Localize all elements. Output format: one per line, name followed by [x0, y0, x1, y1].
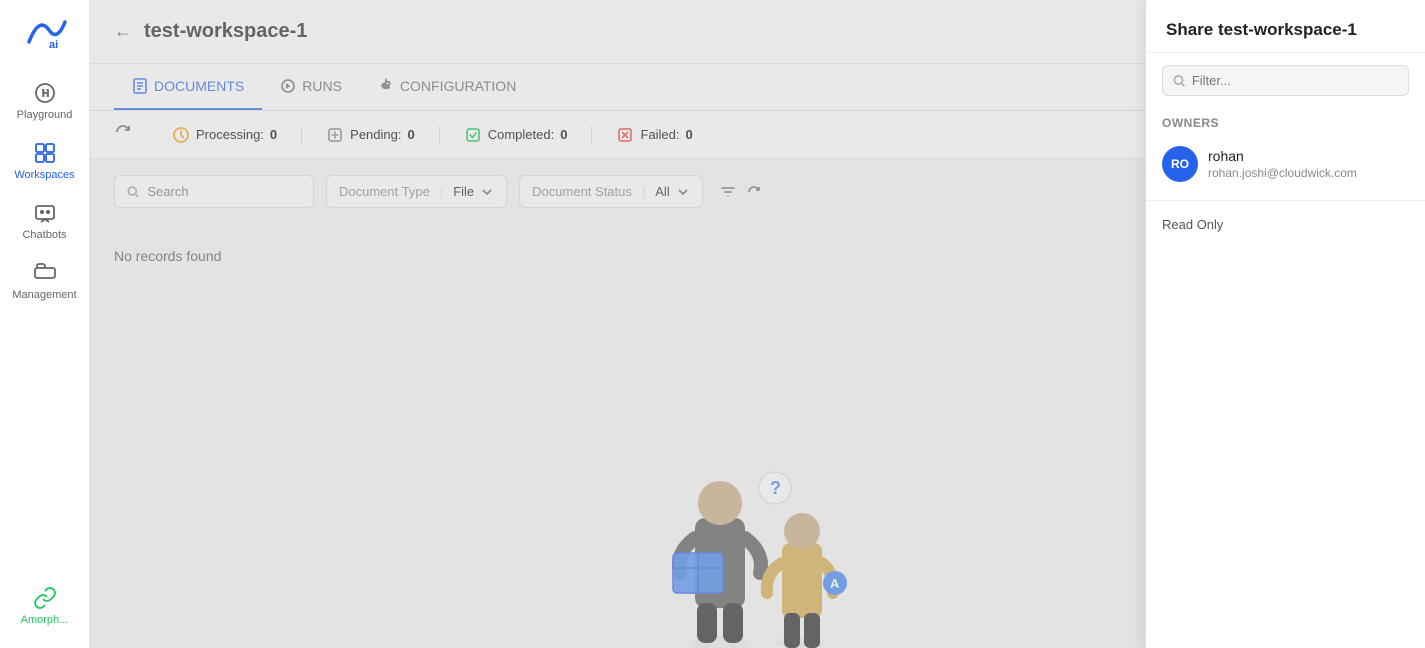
- tab-documents[interactable]: DOCUMENTS: [114, 64, 262, 110]
- avatar: RO: [1162, 146, 1198, 182]
- status-pending: Pending: 0: [302, 126, 440, 144]
- divider: [1146, 200, 1425, 201]
- read-only-section: Read Only: [1146, 209, 1425, 240]
- doc-type-label: Document Type: [339, 184, 430, 199]
- sidebar-item-workspaces[interactable]: Workspaces: [0, 131, 89, 191]
- doc-status-label: Document Status: [532, 184, 632, 199]
- owner-row: RO rohan rohan.joshi@cloudwick.com: [1146, 136, 1425, 192]
- panel-header: Share test-workspace-1: [1146, 0, 1425, 53]
- filters-row: Document Type | File Document Status | A…: [90, 159, 1145, 224]
- owners-section-title: Owners: [1146, 108, 1425, 136]
- sidebar-item-amorph[interactable]: Amorph...: [0, 576, 89, 636]
- owner-name: rohan: [1208, 148, 1357, 164]
- filter-icon[interactable]: [719, 183, 737, 201]
- sidebar-item-amorph-label: Amorph...: [21, 614, 69, 626]
- search-icon: [127, 185, 139, 199]
- sidebar-item-workspaces-label: Workspaces: [14, 169, 74, 181]
- sidebar-item-management[interactable]: Management: [0, 251, 89, 311]
- filter-actions: [719, 183, 763, 201]
- sidebar-item-chatbots-label: Chatbots: [22, 229, 66, 241]
- chevron-down-icon: [480, 185, 494, 199]
- refresh-button[interactable]: [114, 123, 132, 146]
- tab-runs-label: RUNS: [302, 78, 342, 94]
- doc-type-filter[interactable]: Document Type | File: [326, 175, 507, 208]
- empty-state: No records found: [90, 224, 1145, 288]
- doc-status-value: All: [655, 184, 669, 199]
- tab-configuration-label: CONFIGURATION: [400, 78, 516, 94]
- owner-info: rohan rohan.joshi@cloudwick.com: [1208, 148, 1357, 180]
- tab-configuration[interactable]: CONFIGURATION: [360, 64, 534, 110]
- page-header: ← test-workspace-1: [90, 0, 1145, 64]
- pending-label: Pending:: [350, 127, 401, 142]
- completed-label: Completed:: [488, 127, 554, 142]
- status-bar: Processing: 0 Pending: 0 Completed: 0: [90, 111, 1145, 159]
- chevron-down-icon-2: [676, 185, 690, 199]
- failed-value: 0: [685, 127, 692, 142]
- sidebar-item-playground[interactable]: Playground: [0, 71, 89, 131]
- refresh-icon-2[interactable]: [745, 183, 763, 201]
- logo[interactable]: ai: [21, 12, 69, 55]
- svg-text:ai: ai: [49, 39, 58, 50]
- illustration: ? A: [635, 398, 855, 648]
- sidebar: ai Playground Workspaces Chatbots: [0, 0, 90, 648]
- search-input[interactable]: [147, 184, 301, 199]
- panel-title: Share test-workspace-1: [1166, 20, 1357, 39]
- pending-value: 0: [407, 127, 414, 142]
- empty-state-text: No records found: [114, 248, 221, 264]
- owner-email: rohan.joshi@cloudwick.com: [1208, 166, 1357, 180]
- svg-text:A: A: [830, 576, 840, 591]
- doc-type-value: File: [453, 184, 474, 199]
- sidebar-item-playground-label: Playground: [17, 109, 73, 121]
- back-button[interactable]: ←: [114, 21, 132, 42]
- panel-search-icon: [1173, 74, 1186, 88]
- completed-value: 0: [560, 127, 567, 142]
- sidebar-item-management-label: Management: [12, 289, 76, 301]
- svg-text:?: ?: [770, 478, 781, 498]
- main-content: ← test-workspace-1 DOCUMENTS RUNS CONFIG…: [90, 0, 1145, 648]
- tab-bar: DOCUMENTS RUNS CONFIGURATION: [90, 64, 1145, 111]
- status-completed: Completed: 0: [440, 126, 593, 144]
- sidebar-item-chatbots[interactable]: Chatbots: [0, 191, 89, 251]
- panel-search-input[interactable]: [1192, 73, 1398, 88]
- search-box[interactable]: [114, 175, 314, 208]
- status-processing: Processing: 0: [148, 126, 302, 144]
- doc-status-filter[interactable]: Document Status | All: [519, 175, 703, 208]
- page-title: test-workspace-1: [144, 20, 307, 43]
- share-panel: Share test-workspace-1 Owners RO rohan r…: [1145, 0, 1425, 648]
- failed-label: Failed:: [640, 127, 679, 142]
- tab-runs[interactable]: RUNS: [262, 64, 360, 110]
- tab-documents-label: DOCUMENTS: [154, 78, 244, 94]
- status-failed: Failed: 0: [592, 126, 716, 144]
- panel-search-box[interactable]: [1162, 65, 1409, 96]
- processing-value: 0: [270, 127, 277, 142]
- processing-label: Processing:: [196, 127, 264, 142]
